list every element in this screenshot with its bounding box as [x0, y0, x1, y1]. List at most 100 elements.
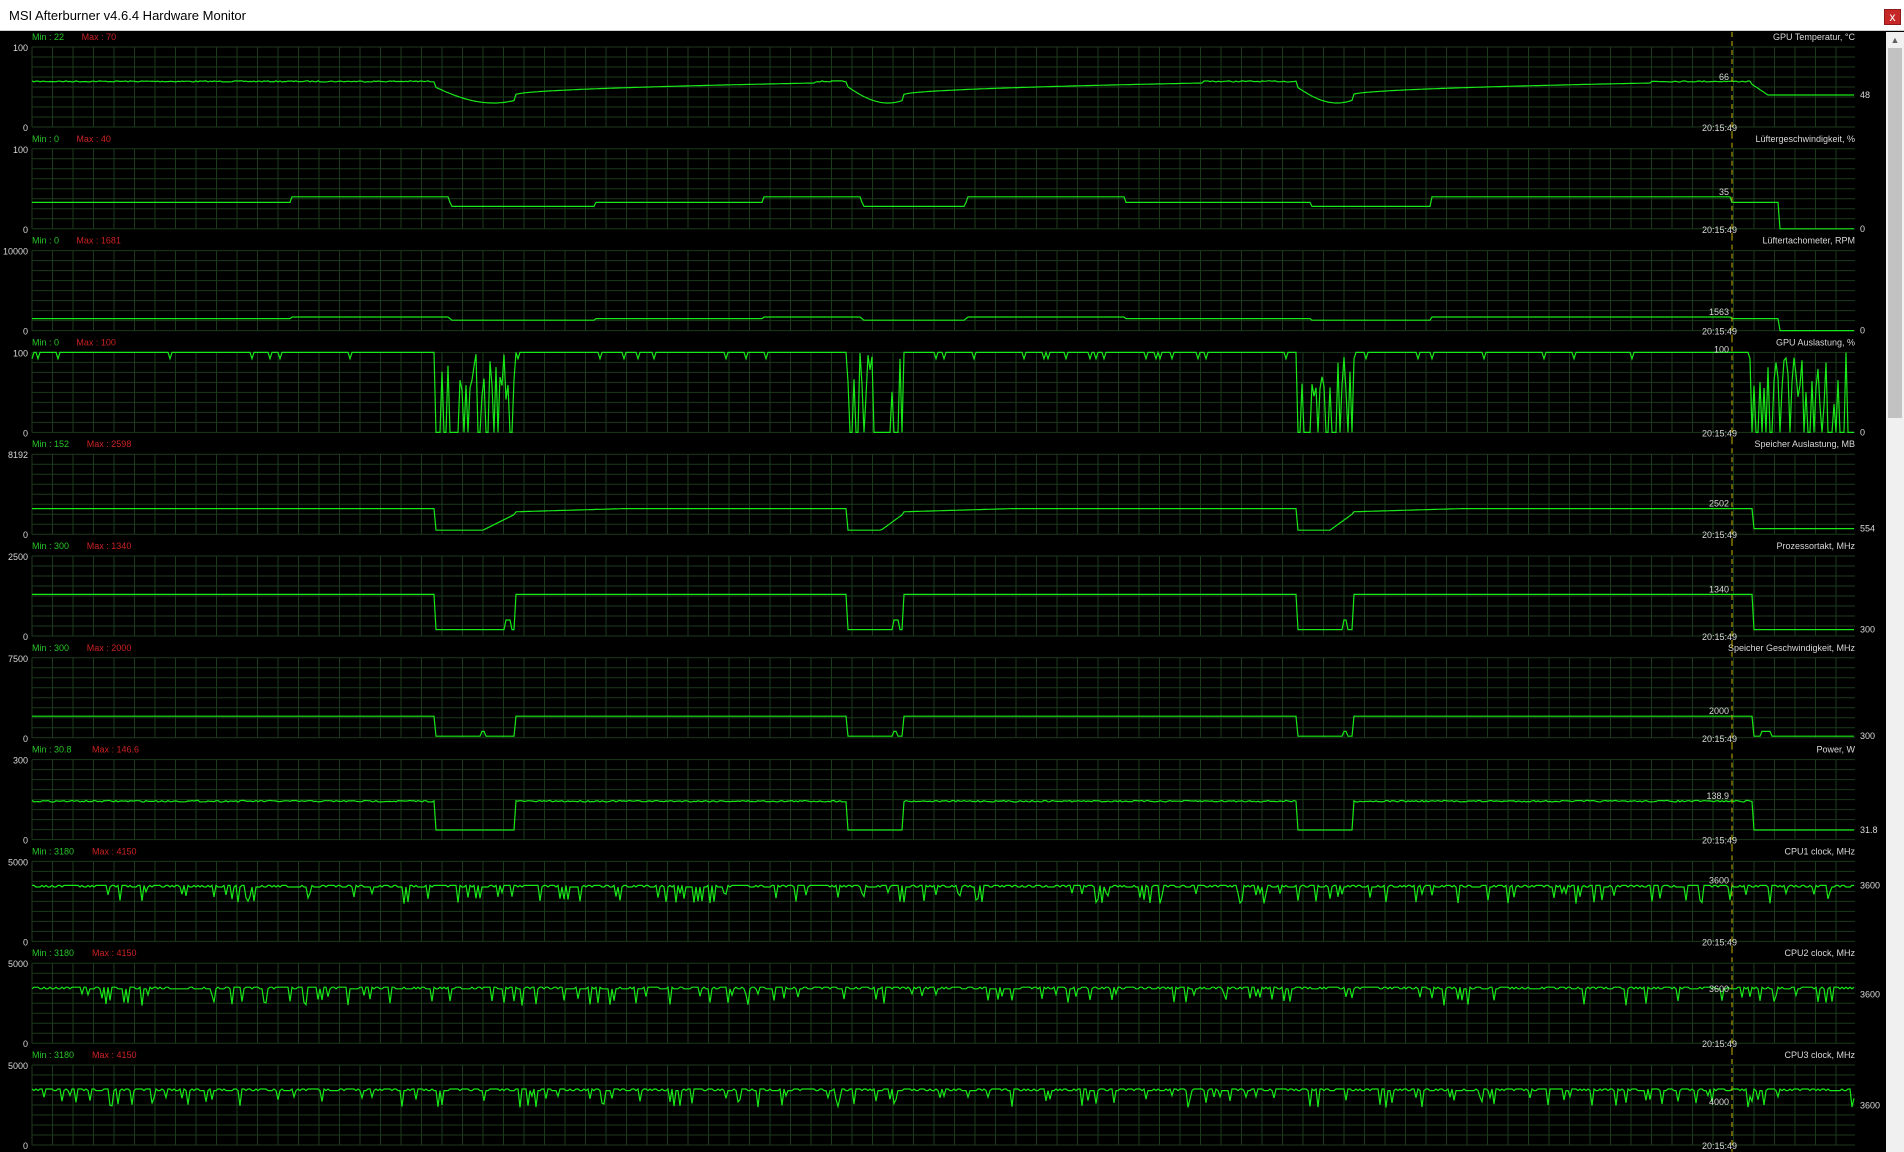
graph-panel[interactable]: 5000 0 Min : 3180 Max : 4150 CPU3 clock, MHz… — [8, 1050, 1880, 1152]
max-value-label: Max : 70 — [82, 32, 117, 42]
current-value-label: 0 — [1860, 326, 1865, 336]
y-axis-max-label: 100 — [13, 145, 28, 155]
y-axis-min-label: 0 — [23, 836, 28, 846]
graphs-canvas[interactable]: 100 0 Min : 22 Max : 70 GPU Temperatur, °C 66… — [0, 32, 1886, 1152]
graph-panel[interactable]: 100 0 Min : 0 Max : 40 Lüftergeschwindigkeit… — [13, 133, 1865, 236]
graph-title: GPU Auslastung, % — [1776, 337, 1855, 347]
series-line — [31, 799, 1854, 831]
graph-panel[interactable]: 100 0 Min : 0 Max : 100 GPU Auslastung, % 100… — [13, 337, 1865, 440]
y-axis-min-label: 0 — [23, 1141, 28, 1151]
graph-grid — [31, 46, 1855, 128]
graph-title: Prozessortakt, MHz — [1776, 541, 1855, 551]
y-axis-max-label: 2500 — [8, 552, 28, 562]
graph-panel[interactable]: 10000 0 Min : 0 Max : 1681 Lüftertachometer,… — [3, 235, 1865, 338]
graph-grid — [31, 759, 1855, 841]
current-value-label: 3600 — [1860, 1101, 1880, 1111]
current-value-label: 300 — [1860, 625, 1875, 635]
cursor-value-label: 138.9 — [1706, 791, 1729, 801]
graph-title: CPU3 clock, MHz — [1784, 1050, 1855, 1060]
graph-title: CPU2 clock, MHz — [1784, 948, 1855, 958]
current-value-label: 0 — [1860, 224, 1865, 234]
graph-panel[interactable]: 2500 0 Min : 300 Max : 1340 Prozessortakt, M… — [8, 541, 1875, 643]
graph-panel[interactable]: 8192 0 Min : 152 Max : 2598 Speicher Auslast… — [8, 439, 1875, 542]
max-value-label: Max : 100 — [76, 337, 116, 347]
cursor-value-label: 2000 — [1709, 706, 1729, 716]
vertical-scrollbar[interactable]: ▲ — [1886, 32, 1904, 1152]
min-value-label: Min : 300 — [32, 643, 69, 653]
min-value-label: Min : 3180 — [32, 1050, 74, 1060]
graph-panel[interactable]: 5000 0 Min : 3180 Max : 4150 CPU2 clock, MHz… — [8, 948, 1880, 1051]
graph-title: Speicher Geschwindigkeit, MHz — [1728, 643, 1856, 653]
graph-panel[interactable]: 100 0 Min : 22 Max : 70 GPU Temperatur, °C 66… — [13, 32, 1870, 134]
y-axis-max-label: 100 — [13, 43, 28, 53]
current-value-label: 3600 — [1860, 880, 1880, 890]
current-value-label: 48 — [1860, 90, 1870, 100]
current-value-label: 300 — [1860, 731, 1875, 741]
graph-grid — [31, 250, 1855, 332]
current-value-label: 0 — [1860, 427, 1865, 437]
close-button[interactable]: x — [1884, 9, 1901, 25]
max-value-label: Max : 4150 — [92, 948, 137, 958]
cursor-time-label: 20:15:49 — [1702, 937, 1737, 947]
current-value-label: 3600 — [1860, 990, 1880, 1000]
cursor-value-label: 3600 — [1709, 984, 1729, 994]
cursor-time-label: 20:15:49 — [1702, 225, 1737, 235]
monitor-graphs[interactable]: 100 0 Min : 22 Max : 70 GPU Temperatur, °C 66… — [0, 32, 1886, 1152]
scrollbar-thumb[interactable] — [1888, 48, 1902, 418]
cursor-value-label: 1563 — [1709, 307, 1729, 317]
series-line — [32, 593, 1854, 631]
cursor-time-label: 20:15:49 — [1702, 530, 1737, 540]
graph-title: Lüftergeschwindigkeit, % — [1755, 134, 1855, 144]
graph-panel[interactable]: 7500 0 Min : 300 Max : 2000 Speicher Geschwi… — [8, 642, 1875, 745]
close-icon: x — [1889, 10, 1896, 24]
min-value-label: Min : 300 — [32, 541, 69, 551]
graph-grid — [31, 453, 1855, 535]
graph-grid — [31, 860, 1855, 942]
window-title: MSI Afterburner v4.6.4 Hardware Monitor — [9, 8, 246, 23]
series-line — [31, 80, 1854, 104]
graph-grid — [31, 1064, 1855, 1146]
graph-grid — [31, 657, 1855, 739]
y-axis-max-label: 7500 — [8, 654, 28, 664]
graph-panel[interactable]: 300 0 Min : 30.8 Max : 146.6 Power, W 138.9 20… — [13, 744, 1878, 847]
scroll-up-icon[interactable]: ▲ — [1886, 32, 1904, 48]
y-axis-min-label: 0 — [23, 530, 28, 540]
y-axis-min-label: 0 — [23, 632, 28, 642]
y-axis-min-label: 0 — [23, 327, 28, 337]
min-value-label: Min : 0 — [32, 337, 59, 347]
cursor-time-label: 20:15:49 — [1702, 123, 1737, 133]
graph-grid — [31, 148, 1855, 230]
y-axis-min-label: 0 — [23, 225, 28, 235]
graph-title: Speicher Auslastung, MB — [1754, 439, 1855, 449]
max-value-label: Max : 146.6 — [92, 745, 139, 755]
series-line — [32, 508, 1854, 531]
max-value-label: Max : 40 — [76, 134, 111, 144]
current-value-label: 554 — [1860, 524, 1875, 534]
graph-title: Lüftertachometer, RPM — [1762, 236, 1855, 246]
graph-title: GPU Temperatur, °C — [1773, 32, 1855, 42]
cursor-time-label: 20:15:49 — [1702, 734, 1737, 744]
y-axis-max-label: 100 — [13, 348, 28, 358]
cursor-value-label: 4000 — [1709, 1097, 1729, 1107]
y-axis-max-label: 5000 — [8, 1061, 28, 1071]
y-axis-min-label: 0 — [23, 734, 28, 744]
max-value-label: Max : 2598 — [87, 439, 132, 449]
max-value-label: Max : 1681 — [76, 236, 121, 246]
y-axis-min-label: 0 — [23, 1039, 28, 1049]
cursor-value-label: 100 — [1714, 344, 1729, 354]
max-value-label: Max : 1340 — [87, 541, 132, 551]
window-titlebar[interactable]: MSI Afterburner v4.6.4 Hardware Monitor … — [0, 0, 1904, 31]
min-value-label: Min : 0 — [32, 236, 59, 246]
graph-title: Power, W — [1816, 745, 1855, 755]
cursor-time-label: 20:15:49 — [1702, 836, 1737, 846]
min-value-label: Min : 3180 — [32, 846, 74, 856]
cursor-time-label: 20:15:49 — [1702, 632, 1737, 642]
min-value-label: Min : 3180 — [32, 948, 74, 958]
y-axis-min-label: 0 — [23, 937, 28, 947]
y-axis-max-label: 10000 — [3, 247, 28, 257]
cursor-time-label: 20:15:49 — [1702, 1039, 1737, 1049]
series-line — [32, 715, 1854, 737]
cursor-time-label: 20:15:49 — [1702, 327, 1737, 337]
graph-panel[interactable]: 5000 0 Min : 3180 Max : 4150 CPU1 clock, MHz… — [8, 846, 1880, 949]
cursor-value-label: 2502 — [1709, 499, 1729, 509]
